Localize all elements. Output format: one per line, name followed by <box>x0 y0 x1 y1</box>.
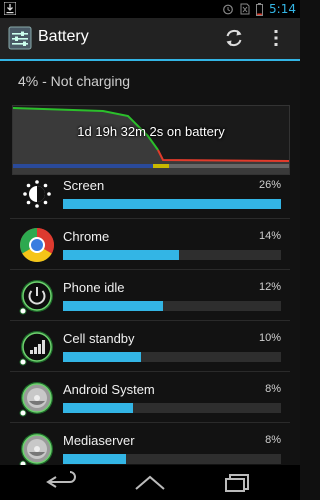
divider <box>10 269 290 270</box>
on-battery-duration: 1d 19h 32m 2s on battery <box>77 124 225 139</box>
usage-bar-fill <box>63 454 127 464</box>
battery-icon <box>256 2 264 16</box>
usage-bar <box>63 301 281 311</box>
status-time: 5:14 <box>269 2 296 16</box>
screen-brightness-icon <box>23 180 51 208</box>
list-item[interactable]: Phone idle 12% <box>0 269 300 320</box>
battery-history-graph[interactable]: 1d 19h 32m 2s on battery <box>12 105 290 175</box>
divider <box>10 320 290 321</box>
battery-level-line-low <box>157 149 289 162</box>
home-icon[interactable] <box>130 471 170 493</box>
app-name: Android System <box>63 382 155 397</box>
usage-bar <box>63 250 281 260</box>
usage-percent: 8% <box>265 434 281 446</box>
list-item[interactable]: Android System 8% <box>0 371 300 422</box>
app-name: Chrome <box>63 229 110 244</box>
battery-graph-plot <box>13 107 289 174</box>
usage-percent: 26% <box>258 179 281 191</box>
no-sim-icon <box>240 3 250 15</box>
recent-apps-icon[interactable] <box>218 471 258 493</box>
list-item[interactable]: Cell standby 10% <box>0 320 300 371</box>
usage-bar-fill <box>63 199 281 209</box>
usage-bar <box>63 454 281 464</box>
download-notification-icon <box>4 2 16 15</box>
overflow-menu-icon[interactable] <box>270 27 282 49</box>
usage-percent: 8% <box>265 383 281 395</box>
action-bar: Battery <box>0 18 300 59</box>
app-name: Phone idle <box>63 280 125 295</box>
status-bar: 5:14 <box>0 0 300 18</box>
divider <box>10 371 290 372</box>
signal-icon <box>19 331 53 366</box>
usage-bar <box>63 199 281 209</box>
usage-bar <box>63 352 281 362</box>
battery-summary: 4% - Not charging <box>18 73 131 89</box>
back-icon[interactable] <box>42 471 82 493</box>
usage-bar-fill <box>63 250 179 260</box>
battery-usage-content: 4% - Not charging 1d 19h 32m 2s on batte… <box>0 61 300 468</box>
app-name: Mediaserver <box>63 433 135 448</box>
power-icon <box>19 280 53 315</box>
settings-app-icon[interactable] <box>8 26 32 50</box>
alarm-icon <box>223 4 233 15</box>
mediaserver-icon <box>19 433 53 468</box>
usage-percent: 12% <box>258 281 281 293</box>
usage-bar <box>63 403 281 413</box>
list-item[interactable]: Chrome 14% <box>0 218 300 269</box>
usage-bar-fill <box>63 352 142 362</box>
divider <box>10 218 290 219</box>
usage-bar-fill <box>63 301 164 311</box>
usage-bar-fill <box>63 403 133 413</box>
app-name: Screen <box>63 178 105 193</box>
usage-percent: 10% <box>258 332 281 344</box>
refresh-icon[interactable] <box>223 27 245 49</box>
divider <box>10 422 290 423</box>
page-title: Battery <box>38 28 89 45</box>
chrome-icon <box>20 228 54 262</box>
app-name: Cell standby <box>63 331 135 346</box>
android-system-icon <box>19 382 53 417</box>
list-item[interactable]: Screen 26% <box>0 167 300 218</box>
navigation-bar <box>0 465 300 500</box>
usage-percent: 14% <box>258 230 281 242</box>
